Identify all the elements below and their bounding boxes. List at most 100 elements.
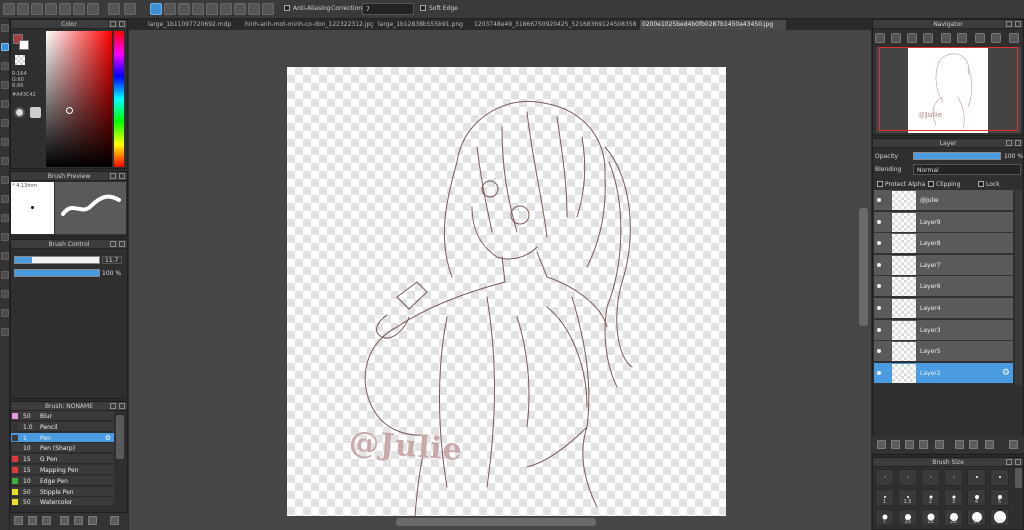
snap-curve-icon[interactable] bbox=[234, 3, 246, 15]
layer-row-layer6[interactable]: Layer6 bbox=[874, 276, 1013, 298]
lock-checkbox[interactable] bbox=[978, 181, 984, 187]
layer-visibility-icon[interactable] bbox=[877, 370, 881, 375]
layer-row-layer8[interactable]: Layer8 bbox=[874, 233, 1013, 255]
flip-horizontal-icon[interactable] bbox=[991, 33, 1001, 43]
brush-settings-gear-icon[interactable]: ⚙ bbox=[105, 434, 111, 442]
brush-folder-icon[interactable] bbox=[88, 516, 97, 525]
layer-row-layer2[interactable]: Layer2 ⚙ bbox=[874, 362, 1013, 384]
panel-close-icon[interactable] bbox=[119, 173, 125, 179]
panel-popout-icon[interactable] bbox=[110, 403, 116, 409]
color-wheel-icon[interactable] bbox=[14, 107, 25, 118]
new-folder-icon[interactable] bbox=[919, 440, 928, 449]
panel-close-icon[interactable] bbox=[119, 21, 125, 27]
brush-opacity-slider[interactable] bbox=[14, 269, 100, 277]
hand-tool-icon[interactable] bbox=[1, 309, 9, 317]
gradient-tool-icon[interactable] bbox=[1, 157, 9, 165]
anti-aliasing-checkbox[interactable] bbox=[284, 5, 290, 11]
brush-item-edge-pen[interactable]: 10 Edge Pen bbox=[11, 475, 114, 486]
brush-list-scrollbar[interactable] bbox=[116, 415, 124, 459]
document-tab[interactable]: hinh-anh-mot-minh-co-don_122322312.jpg bbox=[243, 20, 373, 30]
brush-size-preset[interactable] bbox=[967, 469, 986, 486]
brush-settings-icon[interactable] bbox=[60, 516, 69, 525]
brush-size-preset[interactable] bbox=[875, 469, 894, 486]
panel-popout-icon[interactable] bbox=[1006, 21, 1012, 27]
save-icon[interactable] bbox=[45, 3, 57, 15]
layer-visibility-icon[interactable] bbox=[877, 349, 881, 354]
soft-edge-checkbox[interactable] bbox=[420, 5, 426, 11]
color-saturation-field[interactable] bbox=[46, 31, 112, 167]
brush-size-preset[interactable] bbox=[898, 469, 917, 486]
protect-alpha-checkbox[interactable] bbox=[877, 181, 883, 187]
brush-size-scrollbar[interactable] bbox=[1015, 468, 1022, 488]
brush-size-preset[interactable] bbox=[944, 469, 963, 486]
canvas-horizontal-scrollbar[interactable] bbox=[396, 518, 596, 526]
merge-down-icon[interactable] bbox=[969, 440, 978, 449]
snap-parallel-icon[interactable] bbox=[164, 3, 176, 15]
correction-select[interactable]: 7 bbox=[362, 3, 414, 15]
navigator-preview[interactable]: @Julie bbox=[876, 47, 1021, 133]
brush-item-blur[interactable]: 50 Blur bbox=[11, 411, 114, 421]
navigator-viewport-frame[interactable] bbox=[879, 47, 1018, 131]
brush-item-stipple-pen[interactable]: 50 Stipple Pen bbox=[11, 486, 114, 497]
zoom-tool-icon[interactable] bbox=[1, 328, 9, 336]
reset-rotation-icon[interactable] bbox=[975, 33, 985, 43]
line-tool-icon[interactable] bbox=[1, 195, 9, 203]
layer-visibility-icon[interactable] bbox=[877, 284, 881, 289]
grid-icon[interactable] bbox=[73, 3, 85, 15]
fill-tool-icon[interactable] bbox=[1, 138, 9, 146]
background-color-swatch[interactable] bbox=[19, 40, 29, 50]
layer-visibility-icon[interactable] bbox=[877, 306, 881, 310]
select-tool-icon[interactable] bbox=[1, 81, 9, 89]
zoom-in-icon[interactable] bbox=[875, 33, 885, 43]
duplicate-brush-icon[interactable] bbox=[42, 516, 51, 525]
layer-settings-gear-icon[interactable]: ⚙ bbox=[1002, 368, 1010, 378]
zoom-out-icon[interactable] bbox=[891, 33, 901, 43]
chat-icon[interactable] bbox=[17, 3, 29, 15]
fit-screen-icon[interactable] bbox=[907, 33, 917, 43]
brush-item-g-pen[interactable]: 15 G Pen bbox=[11, 454, 114, 465]
lasso-tool-icon[interactable] bbox=[1, 119, 9, 127]
brush-size-slider[interactable] bbox=[14, 256, 100, 264]
image-icon[interactable] bbox=[87, 3, 99, 15]
layer-row-layer7[interactable]: Layer7 bbox=[874, 254, 1013, 276]
snap-circle-icon[interactable] bbox=[220, 3, 232, 15]
delete-layer-icon[interactable] bbox=[1009, 440, 1018, 449]
brush-size-preset[interactable]: 3 bbox=[944, 489, 963, 506]
layer-row-layer4[interactable]: Layer4 bbox=[874, 298, 1013, 319]
divide-tool-icon[interactable] bbox=[1, 290, 9, 298]
layer-visibility-icon[interactable] bbox=[877, 327, 881, 332]
actual-size-icon[interactable] bbox=[923, 33, 933, 43]
drawing-canvas[interactable]: @Julie bbox=[287, 67, 726, 516]
layer-opacity-slider[interactable] bbox=[913, 152, 1001, 160]
rotate-right-icon[interactable] bbox=[957, 33, 967, 43]
brush-size-preset[interactable]: 10 bbox=[898, 509, 917, 526]
new-brush-icon[interactable] bbox=[28, 516, 37, 525]
navigator-settings-icon[interactable] bbox=[1009, 33, 1019, 43]
brush-item-pen[interactable]: 1 Pen ⚙ bbox=[11, 432, 114, 443]
canvas-vertical-scrollbar[interactable] bbox=[859, 208, 868, 326]
undo-icon[interactable] bbox=[108, 3, 120, 15]
new-8bit-layer-icon[interactable] bbox=[905, 440, 914, 449]
brush-size-preset[interactable]: 30 bbox=[967, 509, 986, 526]
new-halftone-layer-icon[interactable] bbox=[891, 440, 900, 449]
hue-slider[interactable] bbox=[114, 31, 124, 167]
snap-cross-icon[interactable] bbox=[192, 3, 204, 15]
layer-menu-icon[interactable] bbox=[935, 440, 944, 449]
blending-select[interactable]: Normal bbox=[913, 164, 1021, 175]
layer-visibility-icon[interactable] bbox=[877, 198, 881, 202]
rotate-left-icon[interactable] bbox=[941, 33, 951, 43]
panel-popout-icon[interactable] bbox=[110, 173, 116, 179]
magic-wand-tool-icon[interactable] bbox=[1, 214, 9, 222]
brush-size-preset[interactable]: 7 bbox=[875, 509, 894, 526]
brush-image-icon[interactable] bbox=[74, 516, 83, 525]
snap-settings-icon[interactable] bbox=[262, 3, 274, 15]
panel-close-icon[interactable] bbox=[1015, 21, 1021, 27]
snap-radial-icon[interactable] bbox=[206, 3, 218, 15]
brush-size-preset[interactable] bbox=[921, 469, 940, 486]
panel-close-icon[interactable] bbox=[1015, 140, 1021, 146]
layer-visibility-icon[interactable] bbox=[877, 262, 881, 267]
text-tool-icon[interactable] bbox=[1, 252, 9, 260]
layer-visibility-icon[interactable] bbox=[877, 241, 881, 246]
new-file-icon[interactable] bbox=[3, 3, 15, 15]
layer-row-layer9[interactable]: Layer9 bbox=[874, 211, 1013, 233]
